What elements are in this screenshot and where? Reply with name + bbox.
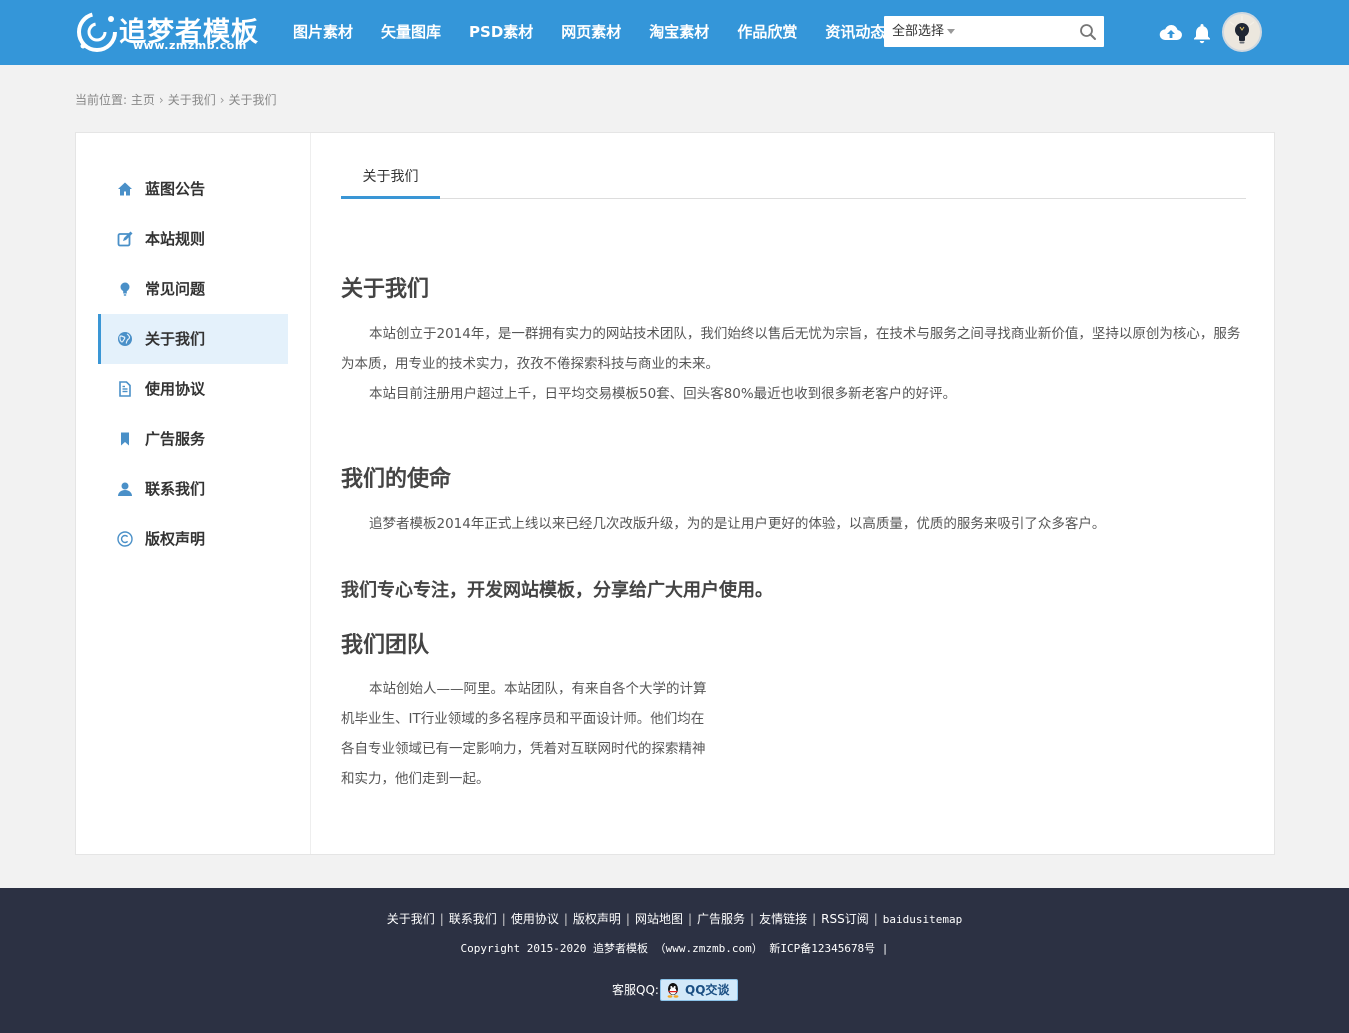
footer-divider: | [812,912,817,926]
sidebar-item-label: 关于我们 [145,330,206,348]
user-avatar[interactable] [1222,12,1262,52]
breadcrumb-item-current: 关于我们 [228,93,277,107]
breadcrumb-item-about[interactable]: 关于我们 [168,93,216,107]
footer-link-about[interactable]: 关于我们 [387,912,435,926]
footer-link-friends[interactable]: 友情链接 [759,912,807,926]
footer-link-baidusitemap[interactable]: baidusitemap [883,913,962,926]
footer-divider: | [873,912,878,926]
lightbulb-avatar-icon [1224,14,1260,50]
sidebar-item-label: 版权声明 [145,530,206,548]
user-icon [118,482,132,496]
about-paragraph-2: 本站目前注册用户超过上千，日平均交易模板50套、回头客80%最近也收到很多新老客… [369,386,957,402]
chevron-down-icon [947,29,956,34]
bell-icon[interactable] [1190,21,1214,45]
sidebar-item-faq[interactable]: 常见问题 [98,264,288,314]
footer-link-rss[interactable]: RSS订阅 [821,912,869,926]
footer-link-copyright[interactable]: 版权声明 [573,912,621,926]
team-paragraph: 本站创始人——阿里。本站团队，有来自各个大学的计算机毕业生、IT行业领域的多名程… [341,681,707,787]
nav-item-web[interactable]: 网页素材 [547,0,635,65]
sidebar: 蓝图公告 本站规则 常见问题 关于我们 使用协议 广告服务 联系我们 版权声明 [76,133,311,854]
sidebar-item-contact[interactable]: 联系我们 [98,464,288,514]
main-panel: 蓝图公告 本站规则 常见问题 关于我们 使用协议 广告服务 联系我们 版权声明 [75,132,1275,855]
footer-divider: | [625,912,630,926]
team-heading: 我们团队 [341,633,430,658]
tab-about[interactable]: 关于我们 [341,155,440,199]
footer-links: 关于我们 | 联系我们 | 使用协议 | 版权声明 | 网站地图 | 广告服务 | 友情链接 | RSS订阅… [0,910,1349,927]
footer-divider: | [439,912,444,926]
footer-link-terms[interactable]: 使用协议 [511,912,559,926]
sidebar-item-label: 使用协议 [145,380,206,398]
lightbulb-icon [120,282,130,296]
tab-bar: 关于我们 [341,155,1246,199]
sidebar-item-label: 蓝图公告 [145,180,206,198]
cloud-upload-icon[interactable] [1159,21,1183,45]
footer-qq: 客服QQ: QQ交谈 [612,979,738,1001]
sidebar-item-copyright[interactable]: 版权声明 [98,514,288,564]
breadcrumb-item-home[interactable]: 主页 [131,93,155,107]
search-category-label: 全部选择 [892,24,945,39]
search-category-select[interactable]: 全部选择 [892,16,956,47]
mission-paragraph: 追梦者模板2014年正式上线以来已经几次改版升级，为的是让用户更好的体验，以高质… [369,516,1106,532]
qq-chat-button[interactable]: QQ交谈 [660,979,738,1001]
nav-item-psd[interactable]: PSD素材 [455,0,547,65]
search-icon[interactable] [1078,22,1098,42]
logo-swirl-icon [77,12,117,52]
logo-subtitle: www.zmzmb.com [133,39,247,52]
mission-heading: 我们的使命 [341,467,452,492]
search-input[interactable] [959,20,1069,43]
nav-item-works[interactable]: 作品欣赏 [723,0,811,65]
sidebar-item-label: 常见问题 [145,280,206,298]
qq-label: 客服QQ: [612,983,659,997]
sidebar-item-ads[interactable]: 广告服务 [98,414,288,464]
nav-item-images[interactable]: 图片素材 [279,0,367,65]
breadcrumb-prefix: 当前位置: [75,93,128,107]
footer-link-sitemap[interactable]: 网站地图 [635,912,683,926]
copyright-icon [117,531,133,547]
sidebar-item-label: 联系我们 [145,480,206,498]
qq-chat-label: QQ交谈 [685,983,730,997]
sidebar-item-rules[interactable]: 本站规则 [98,214,288,264]
qq-penguin-icon [667,983,679,998]
focus-heading: 我们专心专注，开发网站模板，分享给广大用户使用。 [341,580,773,601]
footer: 关于我们 | 联系我们 | 使用协议 | 版权声明 | 网站地图 | 广告服务 | 友情链接 | RSS订阅… [0,888,1349,1033]
sidebar-item-label: 本站规则 [145,230,206,248]
search-box: 全部选择 [884,16,1104,47]
about-heading: 关于我们 [341,277,430,302]
about-paragraph-1: 本站创立于2014年，是一群拥有实力的网站技术团队，我们始终以售后无忧为宗旨，在… [341,326,1241,372]
globe-icon [118,332,132,346]
site-logo[interactable]: 追梦者模板 www.zmzmb.com [75,8,275,56]
breadcrumb: 当前位置: 主页 › 关于我们 › 关于我们 [75,91,277,108]
footer-link-ads[interactable]: 广告服务 [697,912,745,926]
sidebar-item-about[interactable]: 关于我们 [98,314,288,364]
document-icon [119,381,131,397]
sidebar-item-label: 广告服务 [145,430,206,448]
top-header: 追梦者模板 www.zmzmb.com 图片素材 矢量图库 PSD素材 网页素材… [0,0,1349,65]
nav-item-taobao[interactable]: 淘宝素材 [635,0,723,65]
footer-divider: | [687,912,693,926]
home-icon [118,182,132,196]
footer-divider: | [501,912,506,926]
footer-copyright: Copyright 2015-2020 追梦者模板 （www.zmzmb.com… [460,942,889,955]
main-nav: 图片素材 矢量图库 PSD素材 网页素材 淘宝素材 作品欣赏 资讯动态 [279,0,899,65]
sidebar-item-terms[interactable]: 使用协议 [98,364,288,414]
bookmark-icon [121,432,129,446]
footer-link-contact[interactable]: 联系我们 [449,912,497,926]
footer-divider: | [563,912,568,926]
sidebar-item-announcements[interactable]: 蓝图公告 [98,164,288,214]
edit-icon [117,231,133,247]
footer-divider: | [750,912,755,926]
breadcrumb-chevron-icon: › [219,93,225,107]
nav-item-vectors[interactable]: 矢量图库 [367,0,455,65]
breadcrumb-chevron-icon: › [158,93,164,107]
